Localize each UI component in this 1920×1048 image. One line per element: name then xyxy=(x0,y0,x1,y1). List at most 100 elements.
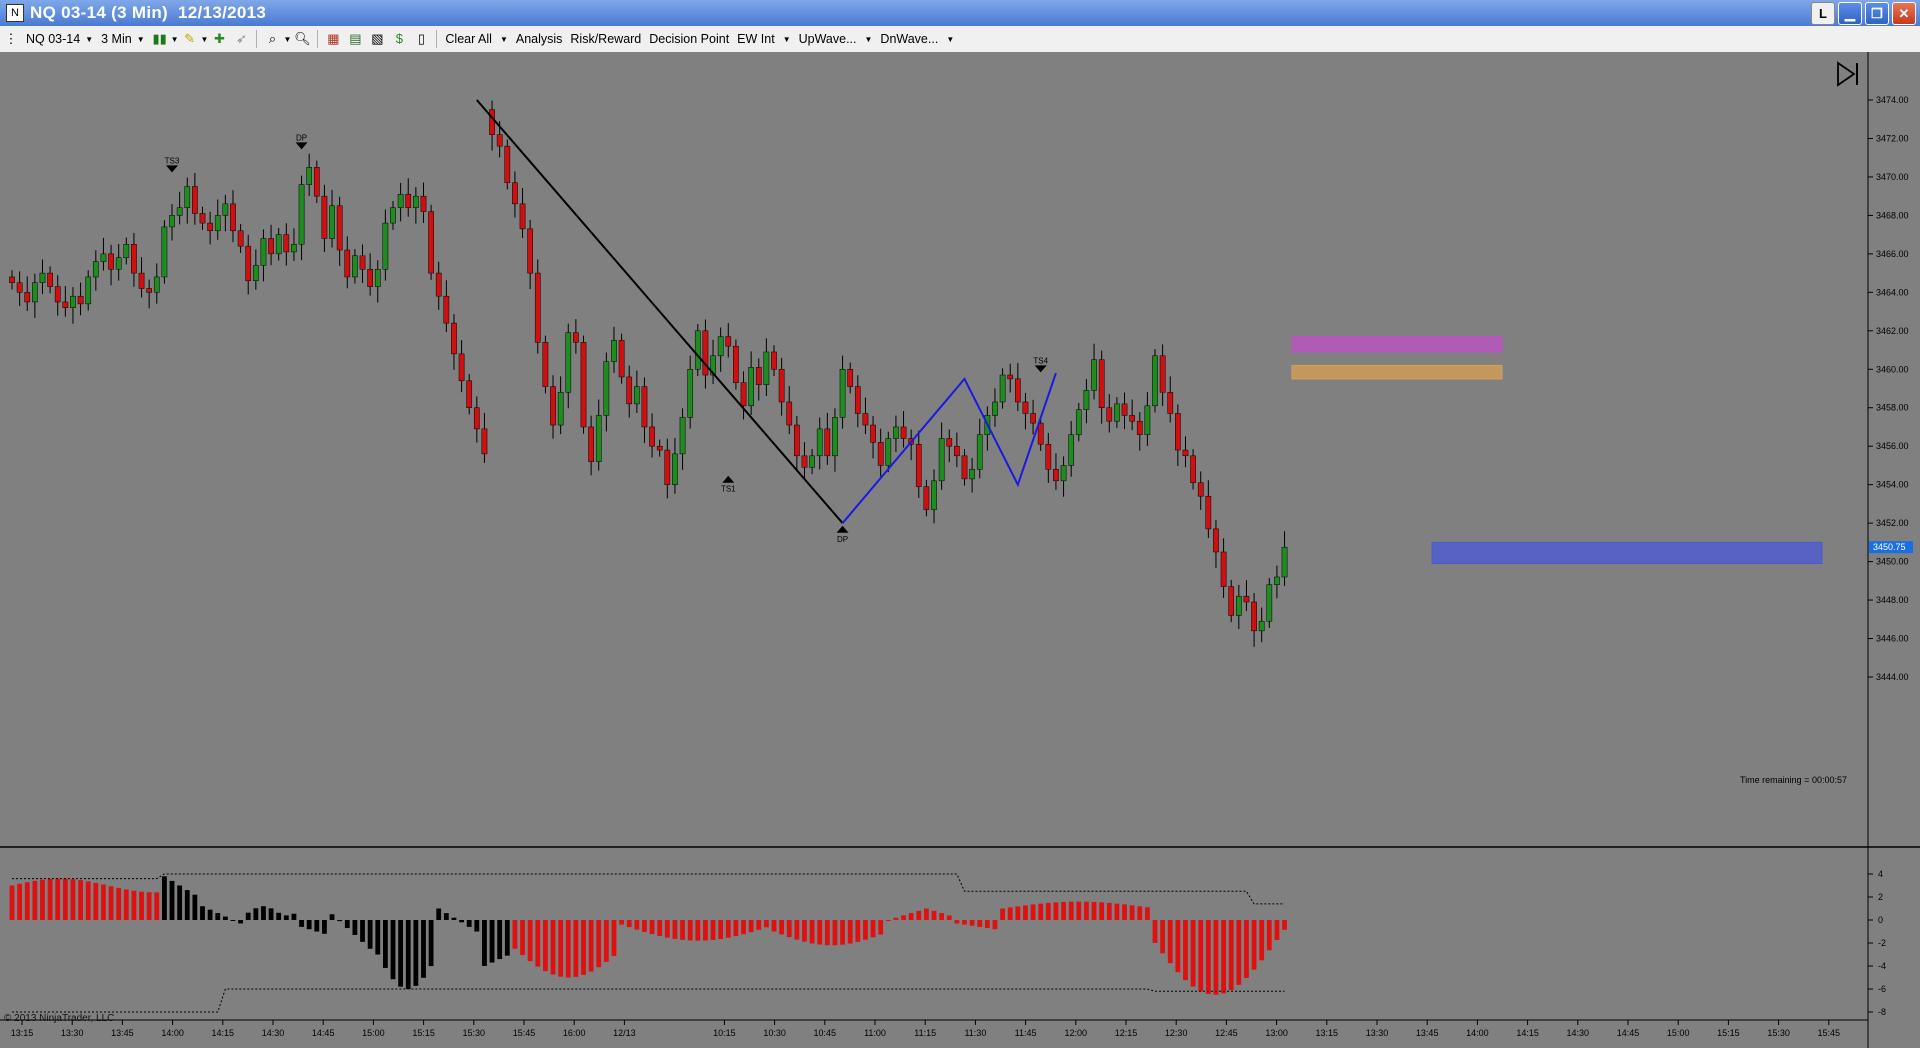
chevron-down-icon[interactable]: ▼ xyxy=(500,35,508,44)
time-tick-label: 13:30 xyxy=(1366,1028,1389,1038)
chevron-down-icon[interactable]: ▼ xyxy=(201,35,209,44)
candle-body xyxy=(1030,413,1036,424)
arrow-icon[interactable]: ➶ xyxy=(232,30,250,48)
candle-body xyxy=(481,428,488,455)
window-controls: L ▁ ❐ ✕ xyxy=(1811,2,1916,25)
chevron-down-icon[interactable]: ▼ xyxy=(946,35,954,44)
window-icon[interactable]: ▯ xyxy=(412,30,430,48)
osc-bar xyxy=(893,917,899,920)
price-tick-label: 3470.00 xyxy=(1876,172,1909,182)
osc-bar xyxy=(1175,920,1181,973)
candle-body xyxy=(748,367,754,407)
osc-bar xyxy=(436,908,442,920)
osc-bar xyxy=(748,920,754,933)
osc-bar xyxy=(1221,920,1226,994)
candle-body xyxy=(16,282,23,293)
chevron-down-icon[interactable]: ▼ xyxy=(283,35,291,44)
pencil-icon[interactable]: ✎ xyxy=(181,30,199,48)
data-box-icon[interactable]: $ xyxy=(390,30,408,48)
title-bar: N NQ 03-14 (3 Min) 12/13/2013 L ▁ ❐ ✕ xyxy=(0,0,1920,26)
clear-all-button[interactable]: Clear All xyxy=(441,32,496,46)
analysis-button[interactable]: Analysis xyxy=(512,32,567,46)
osc-bar xyxy=(131,890,137,920)
candle-body xyxy=(496,134,503,147)
osc-bar xyxy=(565,920,571,978)
zoom-icon[interactable]: ⌕ xyxy=(263,30,281,48)
osc-bar xyxy=(382,920,388,968)
crosshair-icon[interactable]: ✚ xyxy=(210,30,228,48)
candle-body xyxy=(740,382,747,407)
osc-bar xyxy=(1106,902,1112,920)
osc-bar xyxy=(916,910,922,920)
candle-body xyxy=(832,417,838,457)
candle-body xyxy=(687,369,694,418)
price-chart[interactable]: TS3 DP TS1 DP TS4 4 2 0 -2 -4 -6 -8 3474.00 3472.00… xyxy=(0,52,1920,1048)
time-tick-label: 12:00 xyxy=(1065,1028,1088,1038)
osc-bar xyxy=(146,892,152,920)
marker-label: DP xyxy=(837,535,848,544)
osc-bar xyxy=(1038,903,1044,920)
decision-point-button[interactable]: Decision Point xyxy=(645,32,733,46)
candle-body xyxy=(1144,405,1151,435)
candle-body xyxy=(161,226,168,278)
upwave-button[interactable]: UpWave... xyxy=(795,32,861,46)
candle-body xyxy=(153,276,160,293)
candle-body xyxy=(656,445,663,451)
time-tick-label: 11:45 xyxy=(1015,1028,1037,1038)
osc-tick-label: -8 xyxy=(1878,1007,1886,1017)
osc-bar xyxy=(1076,901,1082,920)
risk-reward-button[interactable]: Risk/Reward xyxy=(566,32,645,46)
candle-body xyxy=(313,167,320,197)
candle-body xyxy=(694,330,701,370)
strategies-icon[interactable]: ▧ xyxy=(368,30,386,48)
dnwave-button[interactable]: DnWave... xyxy=(876,32,942,46)
osc-bar xyxy=(741,920,746,935)
osc-bar xyxy=(9,885,15,920)
osc-bar xyxy=(969,920,975,926)
osc-bar xyxy=(924,908,929,920)
osc-bar xyxy=(375,920,381,955)
bars-icon[interactable]: ▮▮ xyxy=(151,30,169,48)
chevron-down-icon[interactable]: ▼ xyxy=(171,35,179,44)
candle-body xyxy=(1014,378,1021,403)
candle-body xyxy=(1106,407,1113,422)
candle-body xyxy=(1228,586,1235,616)
properties-icon[interactable]: ▦ xyxy=(324,30,342,48)
chart-panel[interactable]: TS3 DP TS1 DP TS4 4 2 0 -2 -4 -6 -8 3474.00 3472.00… xyxy=(0,52,1920,1048)
osc-bar xyxy=(771,920,777,932)
osc-bar xyxy=(93,882,99,920)
candle-body xyxy=(573,332,579,343)
time-tick-label: 15:45 xyxy=(513,1028,536,1038)
candle-body xyxy=(550,386,556,426)
chevron-down-icon[interactable]: ▼ xyxy=(865,35,873,44)
candle-body xyxy=(382,222,389,270)
osc-bar xyxy=(1137,906,1143,920)
candle-body xyxy=(976,434,983,470)
time-tick-label: 16:00 xyxy=(563,1028,586,1038)
time-remaining-label: Time remaining = 00:00:57 xyxy=(1740,775,1847,785)
osc-bar xyxy=(1251,920,1257,970)
osc-tick-label: 4 xyxy=(1878,869,1883,879)
interval-selector[interactable]: 3 Min ▼ xyxy=(97,32,149,46)
osc-bar xyxy=(855,920,861,942)
last-price-label: 3450.75 xyxy=(1873,542,1906,552)
candle-body xyxy=(184,186,191,208)
osc-bar xyxy=(626,920,632,928)
restore-button[interactable]: ❐ xyxy=(1865,2,1889,25)
osc-bar xyxy=(1084,901,1089,920)
ew-int-button[interactable]: EW Int xyxy=(733,32,779,46)
close-button[interactable]: ✕ xyxy=(1892,2,1916,25)
chevron-down-icon[interactable]: ▼ xyxy=(783,35,791,44)
candle-body xyxy=(816,428,823,457)
osc-bar xyxy=(977,920,983,927)
instrument-selector[interactable]: NQ 03-14 ▼ xyxy=(22,32,97,46)
indicators-icon[interactable]: ▤ xyxy=(346,30,364,48)
magnify-icon[interactable]: 🔍︎ xyxy=(293,30,311,48)
osc-bar xyxy=(619,920,624,925)
layout-button[interactable]: L xyxy=(1811,2,1835,25)
price-tick-label: 3446.00 xyxy=(1876,634,1909,644)
minimize-button[interactable]: ▁ xyxy=(1838,2,1862,25)
osc-bar xyxy=(1023,905,1028,920)
osc-bar xyxy=(779,920,785,935)
candle-body xyxy=(931,480,937,510)
